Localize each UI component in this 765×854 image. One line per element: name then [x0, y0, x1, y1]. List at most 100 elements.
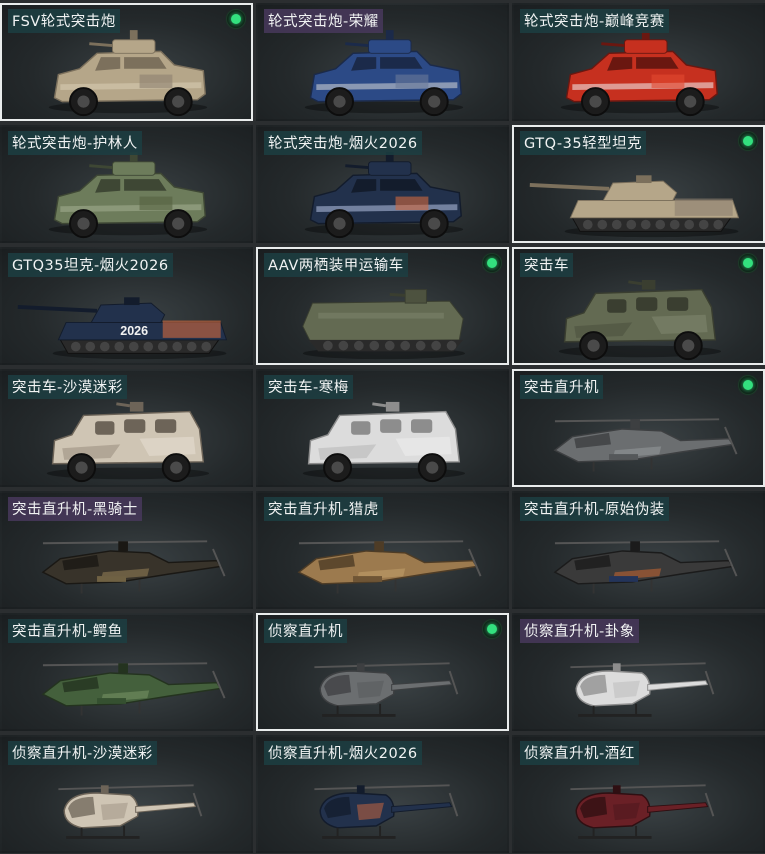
gun-barrel — [17, 305, 98, 313]
window — [155, 419, 177, 433]
vehicle-skin-tile[interactable]: 侦察直升机-酒红 — [512, 735, 765, 853]
road-wheel — [446, 340, 457, 351]
weapon-pylon — [353, 576, 383, 582]
vehicle-skin-tile[interactable]: FSV轮式突击炮 — [0, 3, 253, 121]
road-wheel — [143, 341, 154, 352]
gun-barrel — [345, 164, 369, 170]
vehicle-skin-tile[interactable]: 侦察直升机-沙漠迷彩 — [0, 735, 253, 853]
side-skirt — [674, 198, 733, 216]
gun-barrel — [89, 164, 113, 170]
wheel-hub — [331, 461, 344, 474]
road-wheel — [626, 219, 637, 230]
vehicle-skin-tile[interactable]: 轮式突击炮-烟火2026 — [256, 125, 509, 243]
wheel-hub — [587, 339, 600, 352]
vehicle-skin-name: FSV轮式突击炮 — [8, 9, 120, 33]
wheel-hub — [428, 95, 441, 108]
vehicle-model — [529, 175, 740, 238]
rotor-mast — [118, 541, 128, 551]
vehicle-skin-name: 侦察直升机-卦象 — [520, 619, 639, 643]
road-wheel — [684, 219, 695, 230]
vehicle-skin-tile[interactable]: 轮式突击炮-巅峰竞赛 — [512, 3, 765, 121]
road-wheel — [157, 341, 168, 352]
tail-boom — [391, 802, 453, 813]
camo-patch — [139, 196, 173, 211]
vehicle-skin-name: 突击车-沙漠迷彩 — [8, 375, 127, 399]
vehicle-skin-name: 轮式突击炮-荣耀 — [264, 9, 383, 33]
turret-optic — [124, 297, 140, 306]
window — [351, 421, 371, 435]
wheel-hub — [333, 95, 346, 108]
owned-indicator-icon — [739, 254, 757, 272]
turret — [368, 161, 412, 176]
road-wheel — [369, 340, 380, 351]
turret-optic — [385, 30, 394, 40]
vehicle-skin-tile[interactable]: 突击车-沙漠迷彩 — [0, 369, 253, 487]
vehicle-skin-tile[interactable]: GTQ-35轻型坦克 — [512, 125, 765, 243]
vehicle-skin-tile[interactable]: 突击车-寒梅 — [256, 369, 509, 487]
window — [667, 297, 689, 311]
turret — [602, 180, 678, 201]
vehicle-skin-tile[interactable]: 侦察直升机-烟火2026 — [256, 735, 509, 853]
vehicle-skin-tile[interactable]: 突击直升机-猎虎 — [256, 491, 509, 609]
vehicle-skin-tile[interactable]: 轮式突击炮-护林人 — [0, 125, 253, 243]
vehicle-model — [314, 784, 459, 839]
vehicle-skin-tile[interactable]: AAV两栖装甲运输车 — [256, 247, 509, 365]
vehicle-model — [41, 540, 226, 594]
turret — [385, 401, 400, 412]
road-wheel — [114, 341, 125, 352]
vehicle-skin-tile[interactable]: 突击直升机-黑骑士 — [0, 491, 253, 609]
vehicle-skin-name: 突击直升机-原始伪装 — [520, 497, 669, 521]
road-wheel — [611, 219, 622, 230]
gun-barrel — [116, 402, 131, 408]
vehicle-model — [304, 30, 464, 117]
turret — [112, 39, 156, 54]
turret — [404, 289, 427, 304]
tail-boom — [391, 680, 453, 691]
vehicle-skin-name: AAV两栖装甲运输车 — [264, 253, 408, 277]
vehicle-skin-grid: FSV轮式突击炮 轮式突击炮-荣耀 轮式突击炮-巅峰竞赛轮式突击炮-护林人 轮式突击炮… — [0, 0, 765, 854]
road-wheel — [640, 219, 651, 230]
vehicle-model — [570, 662, 715, 717]
vehicle-model — [48, 30, 208, 117]
camo-patch — [139, 74, 173, 89]
road-wheel — [338, 340, 349, 351]
vehicle-skin-tile[interactable]: 突击直升机-鳄鱼 — [0, 613, 253, 731]
camo-patch — [356, 802, 384, 821]
camo-patch — [356, 680, 384, 699]
main-rotor — [58, 784, 194, 791]
main-rotor — [314, 662, 450, 669]
wheel-hub — [77, 217, 90, 230]
vehicle-skin-tile[interactable]: 轮式突击炮-荣耀 — [256, 3, 509, 121]
rotor-mast — [118, 663, 128, 673]
road-wheel — [713, 219, 724, 230]
camo-patch — [612, 802, 640, 821]
weapon-pylon — [97, 698, 127, 704]
vehicle-skin-name: 突击直升机 — [520, 375, 603, 399]
tail-boom — [135, 802, 197, 813]
vehicle-skin-tile[interactable]: 突击直升机-原始伪装 — [512, 491, 765, 609]
turret — [129, 401, 144, 412]
gun-barrel — [372, 402, 387, 408]
vehicle-model — [570, 784, 715, 839]
gun-barrel — [529, 183, 610, 191]
road-wheel — [85, 341, 96, 352]
tail-boom — [647, 802, 709, 813]
window — [636, 297, 658, 311]
turret — [90, 302, 166, 323]
vehicle-skin-tile[interactable]: 2026 GTQ35坦克-烟火2026 — [0, 247, 253, 365]
vehicle-skin-tile[interactable]: 突击直升机 — [512, 369, 765, 487]
vehicle-skin-tile[interactable]: 突击车 — [512, 247, 765, 365]
window — [380, 419, 402, 433]
vehicle-skin-name: 突击车 — [520, 253, 573, 277]
vehicle-skin-tile[interactable]: 侦察直升机 — [256, 613, 509, 731]
wheel-hub — [172, 217, 185, 230]
wheel-hub — [75, 461, 88, 474]
wheel-hub — [589, 95, 602, 108]
road-wheel — [415, 340, 426, 351]
vehicle-skin-tile[interactable]: 侦察直升机-卦象 — [512, 613, 765, 731]
road-wheel — [201, 341, 212, 352]
rotor-mast — [374, 541, 384, 551]
road-wheel — [655, 219, 666, 230]
road-wheel — [323, 340, 333, 351]
vehicle-model — [553, 418, 738, 472]
